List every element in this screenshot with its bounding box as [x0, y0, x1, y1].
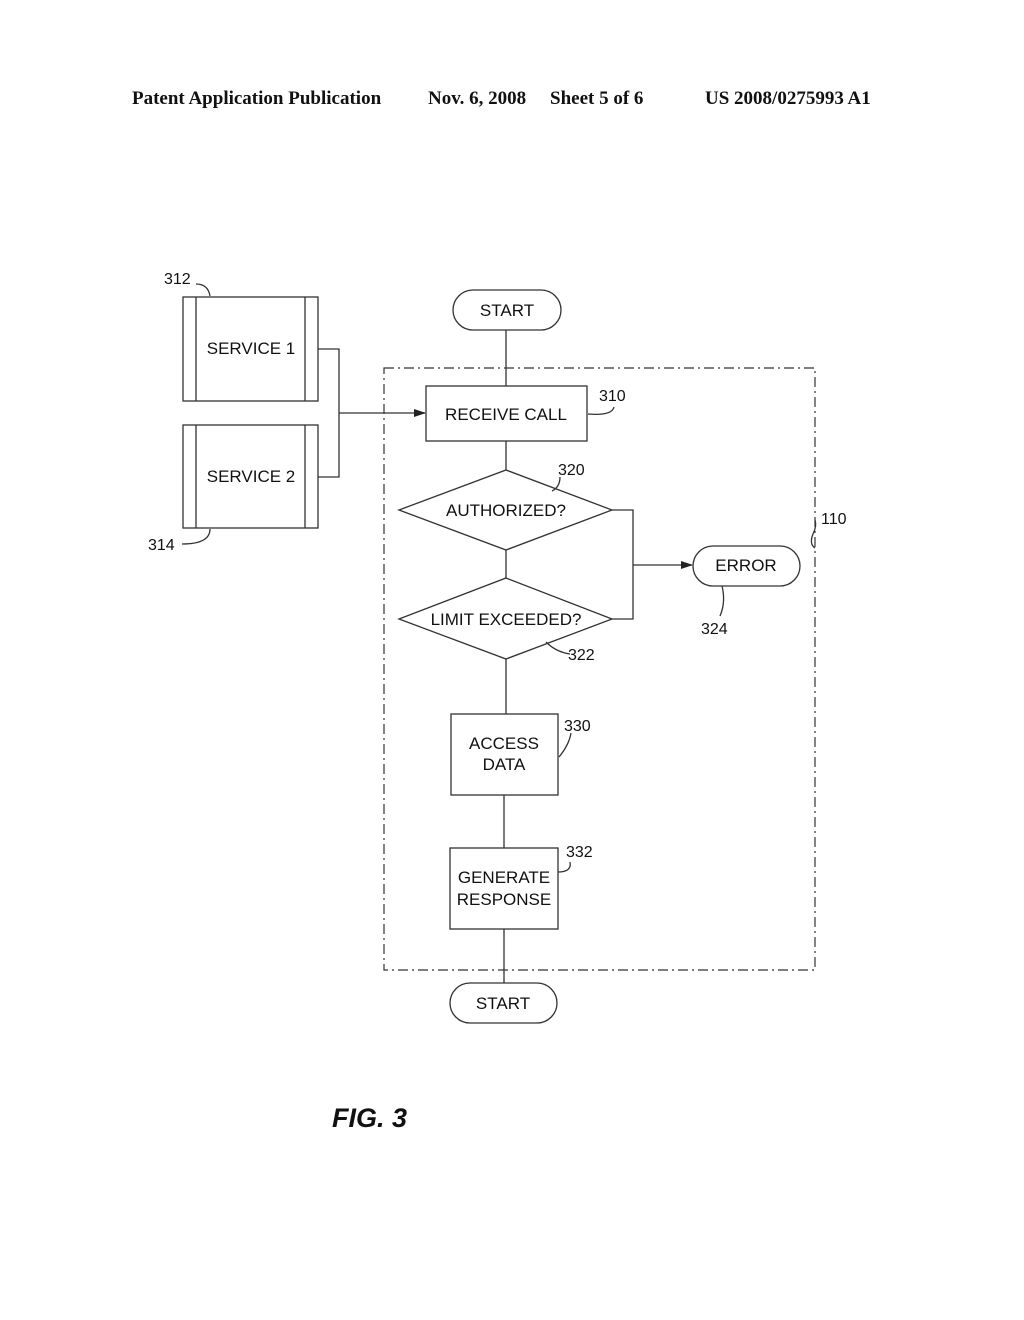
flowchart-diagram: 110 SERVICE 1 312 SERVICE 2 314 START RE…: [148, 271, 847, 1133]
authorized-label: AUTHORIZED?: [446, 501, 566, 520]
leader-330: [558, 732, 572, 758]
error-terminal: ERROR: [692, 545, 801, 587]
generate-response-line1: GENERATE: [458, 868, 550, 887]
error-branch-connector: [612, 509, 634, 620]
generate-response-box: GENERATE RESPONSE: [449, 847, 559, 930]
ref-330: 330: [564, 718, 591, 735]
error-label: ERROR: [715, 556, 776, 575]
authorized-decision: AUTHORIZED?: [397, 469, 614, 551]
ref-310: 310: [599, 388, 626, 405]
leader-324: [719, 585, 725, 617]
access-data-box: ACCESS DATA: [450, 713, 559, 796]
service-connector: [318, 348, 340, 478]
figure-label: FIG. 3: [332, 1103, 407, 1133]
system-boundary-110: [383, 367, 816, 971]
leader-310: [587, 406, 615, 415]
start-bottom-terminal: START: [449, 982, 558, 1024]
leader-322: [545, 641, 571, 655]
start-top-label: START: [480, 301, 534, 320]
service-1-label: SERVICE 1: [207, 339, 296, 358]
service-2-box: SERVICE 2: [182, 424, 319, 529]
leader-312: [195, 283, 211, 297]
ref-324: 324: [701, 621, 728, 638]
leader-332: [557, 861, 571, 873]
ref-322: 322: [568, 647, 595, 664]
access-data-line2: DATA: [483, 755, 526, 774]
service-2-label: SERVICE 2: [207, 467, 296, 486]
ref-320: 320: [558, 462, 585, 479]
service-1-box: SERVICE 1: [182, 296, 319, 402]
ref-314: 314: [148, 537, 175, 554]
start-top-terminal: START: [452, 289, 562, 331]
ref-332: 332: [566, 844, 593, 861]
receive-call-box: RECEIVE CALL: [425, 385, 588, 442]
start-bottom-label: START: [476, 994, 530, 1013]
generate-response-line2: RESPONSE: [457, 890, 551, 909]
access-data-line1: ACCESS: [469, 734, 539, 753]
leader-314: [181, 528, 211, 545]
limit-exceeded-label: LIMIT EXCEEDED?: [431, 610, 582, 629]
ref-110: 110: [821, 511, 847, 528]
ref-312: 312: [164, 271, 191, 288]
receive-call-label: RECEIVE CALL: [445, 405, 567, 424]
